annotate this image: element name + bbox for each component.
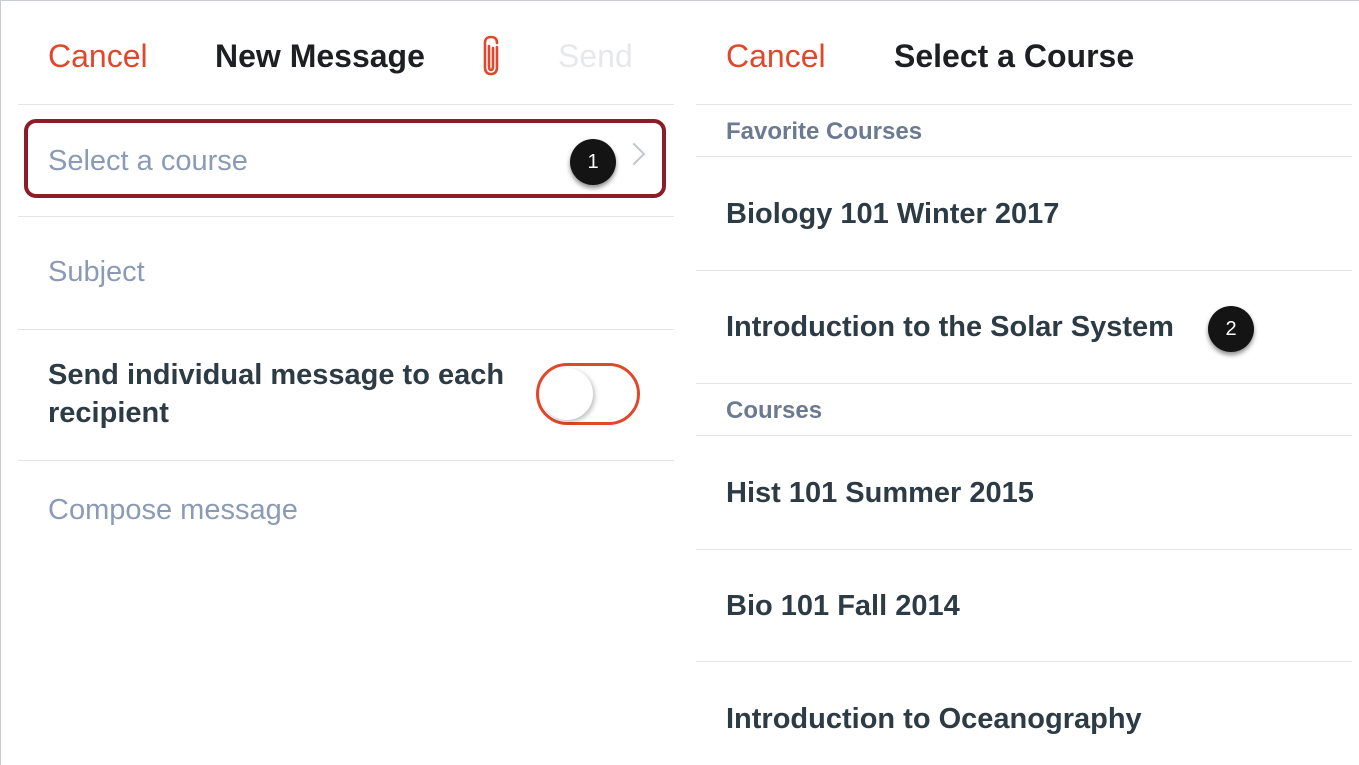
row-divider (18, 460, 674, 461)
course-item[interactable]: Bio 101 Fall 2014 (726, 590, 960, 623)
favorite-courses-header: Favorite Courses (726, 118, 923, 145)
row-divider (696, 383, 1352, 384)
paperclip-icon[interactable] (475, 34, 509, 78)
callout-badge-2: 2 (1208, 306, 1254, 352)
course-item[interactable]: Introduction to Oceanography (726, 703, 1142, 736)
section-divider (696, 156, 1352, 157)
select-course-placeholder: Select a course (48, 145, 248, 177)
cancel-button[interactable]: Cancel (48, 38, 148, 75)
row-divider (696, 270, 1352, 271)
course-item[interactable]: Hist 101 Summer 2015 (726, 477, 1034, 510)
compose-message-field[interactable]: Compose message (48, 494, 298, 527)
select-course-title: Select a Course (894, 38, 1135, 74)
nav-divider (18, 104, 674, 105)
courses-header: Courses (726, 397, 823, 424)
cancel-button[interactable]: Cancel (726, 38, 826, 75)
course-item[interactable]: Introduction to the Solar System (726, 311, 1174, 344)
nav-divider (696, 104, 1352, 105)
section-divider (696, 435, 1352, 436)
callout-badge-1: 1 (570, 139, 616, 185)
row-divider (696, 661, 1352, 662)
row-divider (696, 549, 1352, 550)
new-message-title: New Message (215, 38, 425, 74)
course-item[interactable]: Biology 101 Winter 2017 (726, 198, 1059, 231)
individual-message-label: Send individual message to each recipien… (48, 359, 505, 429)
row-divider (18, 329, 674, 330)
individual-message-toggle[interactable] (536, 363, 640, 425)
row-divider (18, 216, 674, 217)
toggle-knob (541, 368, 593, 420)
send-button[interactable]: Send (558, 38, 633, 75)
subject-field[interactable]: Subject (48, 256, 145, 289)
